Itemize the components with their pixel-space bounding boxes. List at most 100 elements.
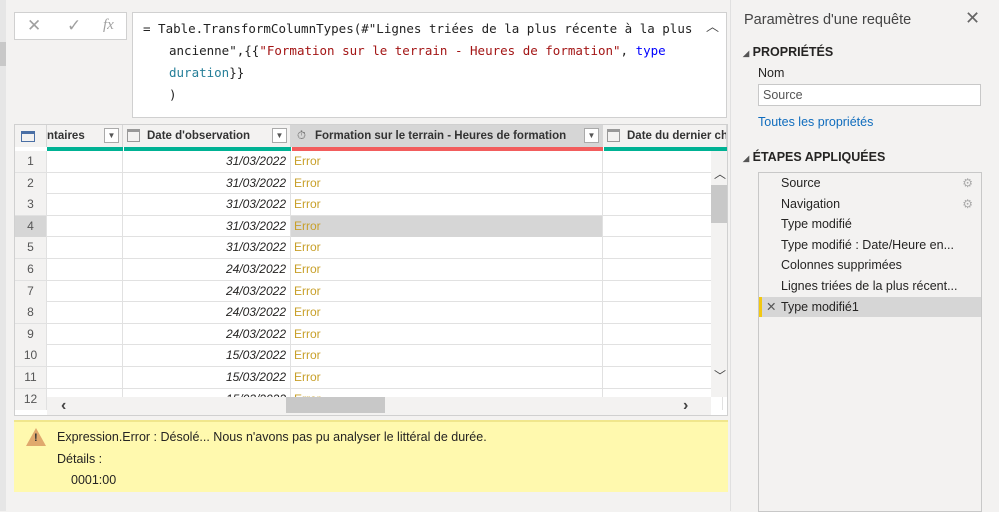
cell-error[interactable]: Error: [291, 345, 603, 367]
column-header-date-observation[interactable]: Date d'observation ▼: [123, 125, 291, 147]
cell-date-observation[interactable]: 31/03/2022: [123, 172, 291, 194]
table-row[interactable]: 1 31/03/2022 Error: [15, 151, 723, 173]
row-number[interactable]: 9: [15, 323, 47, 345]
row-number[interactable]: 10: [15, 345, 47, 367]
cell-commentaires[interactable]: [47, 215, 123, 237]
table-row[interactable]: 4 31/03/2022 Error: [15, 215, 723, 238]
cell-date-dernier[interactable]: [603, 237, 723, 259]
row-number[interactable]: 4: [15, 215, 47, 237]
cell-date-dernier[interactable]: [603, 172, 723, 194]
cell-error[interactable]: Error: [291, 367, 603, 388]
cell-date-observation[interactable]: 24/03/2022: [123, 280, 291, 302]
row-number[interactable]: 5: [15, 237, 47, 259]
row-number[interactable]: 7: [15, 280, 47, 302]
row-number[interactable]: 11: [15, 367, 47, 388]
cell-date-observation[interactable]: 15/03/2022: [123, 367, 291, 388]
cell-date-dernier[interactable]: [603, 280, 723, 302]
cell-error[interactable]: Error: [291, 323, 603, 345]
cell-date-observation[interactable]: 15/03/2022: [123, 345, 291, 367]
chevron-left-icon[interactable]: ‹: [61, 397, 66, 415]
cell-error[interactable]: Error: [291, 151, 603, 172]
cell-commentaires[interactable]: [47, 172, 123, 194]
cell-date-observation[interactable]: 24/03/2022: [123, 323, 291, 345]
cell-date-dernier[interactable]: [603, 323, 723, 345]
applied-step[interactable]: Colonnes supprimées: [759, 255, 981, 276]
cell-commentaires[interactable]: [47, 345, 123, 367]
gear-icon[interactable]: ⚙: [962, 194, 973, 215]
cell-commentaires[interactable]: [47, 151, 123, 172]
horizontal-scrollbar[interactable]: ‹ ›: [47, 397, 711, 415]
table-row[interactable]: 9 24/03/2022 Error: [15, 323, 723, 346]
chevron-down-icon[interactable]: ▼: [104, 128, 119, 143]
chevron-up-icon[interactable]: ︿: [706, 16, 719, 35]
row-number[interactable]: 12: [15, 388, 47, 410]
left-collapsed-pane[interactable]: [0, 0, 6, 511]
row-number[interactable]: 8: [15, 302, 47, 324]
column-header-formation[interactable]: ⏱ Formation sur le terrain - Heures de fo…: [291, 125, 603, 147]
cell-date-dernier[interactable]: [603, 194, 723, 216]
cell-date-observation[interactable]: 31/03/2022: [123, 215, 291, 237]
column-header-date-dernier[interactable]: Date du dernier cha: [603, 125, 727, 147]
cell-error[interactable]: Error: [291, 172, 603, 194]
table-row[interactable]: 5 31/03/2022 Error: [15, 237, 723, 259]
cell-date-dernier[interactable]: [603, 345, 723, 367]
cell-date-dernier[interactable]: [603, 367, 723, 388]
cell-date-observation[interactable]: 31/03/2022: [123, 151, 291, 172]
vertical-scrollbar[interactable]: ︿ ﹀: [711, 151, 727, 397]
chevron-down-icon[interactable]: ﹀: [714, 367, 726, 384]
close-icon[interactable]: ✕: [27, 16, 41, 36]
cell-commentaires[interactable]: [47, 194, 123, 216]
applied-step[interactable]: ✕ Type modifié1: [759, 296, 981, 318]
horizontal-scroll-thumb[interactable]: [286, 397, 385, 413]
queries-pane-toggle[interactable]: [0, 42, 6, 66]
applied-steps-section[interactable]: ◢ ÉTAPES APPLIQUÉES: [743, 150, 885, 164]
cell-error[interactable]: Error: [291, 302, 603, 324]
cell-error[interactable]: Error: [291, 215, 603, 237]
applied-step[interactable]: Navigation ⚙: [759, 194, 981, 215]
cell-date-observation[interactable]: 24/03/2022: [123, 259, 291, 280]
table-menu-button[interactable]: [15, 125, 47, 147]
table-row[interactable]: 11 15/03/2022 Error: [15, 367, 723, 389]
row-number[interactable]: 1: [15, 151, 47, 172]
cell-commentaires[interactable]: [47, 367, 123, 388]
applied-step[interactable]: Lignes triées de la plus récent...: [759, 276, 981, 297]
cell-error[interactable]: Error: [291, 280, 603, 302]
all-properties-link[interactable]: Toutes les propriétés: [758, 115, 873, 129]
cell-commentaires[interactable]: [47, 259, 123, 280]
gear-icon[interactable]: ⚙: [962, 173, 973, 194]
chevron-up-icon[interactable]: ︿: [714, 165, 726, 182]
chevron-down-icon[interactable]: ▼: [272, 128, 287, 143]
cell-date-dernier[interactable]: [603, 302, 723, 324]
cell-date-observation[interactable]: 31/03/2022: [123, 237, 291, 259]
table-row[interactable]: 8 24/03/2022 Error: [15, 302, 723, 324]
cell-commentaires[interactable]: [47, 280, 123, 302]
table-row[interactable]: 2 31/03/2022 Error: [15, 172, 723, 195]
cell-date-observation[interactable]: 31/03/2022: [123, 194, 291, 216]
cell-date-observation[interactable]: 24/03/2022: [123, 302, 291, 324]
cell-error[interactable]: Error: [291, 259, 603, 280]
table-row[interactable]: 6 24/03/2022 Error: [15, 259, 723, 281]
cell-commentaires[interactable]: [47, 323, 123, 345]
cell-error[interactable]: Error: [291, 194, 603, 216]
table-row[interactable]: 7 24/03/2022 Error: [15, 280, 723, 303]
applied-step[interactable]: Source ⚙: [759, 173, 981, 194]
cell-commentaires[interactable]: [47, 302, 123, 324]
applied-step[interactable]: Type modifié: [759, 214, 981, 235]
table-row[interactable]: 10 15/03/2022 Error: [15, 345, 723, 367]
row-number[interactable]: 2: [15, 172, 47, 194]
formula-input[interactable]: = Table.TransformColumnTypes(#"Lignes tr…: [132, 12, 727, 118]
cell-date-dernier[interactable]: [603, 259, 723, 280]
cell-date-dernier[interactable]: [603, 151, 723, 172]
applied-step[interactable]: Type modifié : Date/Heure en...: [759, 235, 981, 256]
chevron-down-icon[interactable]: ▼: [584, 128, 599, 143]
cell-commentaires[interactable]: [47, 237, 123, 259]
properties-section[interactable]: ◢ PROPRIÉTÉS: [743, 45, 833, 59]
row-number[interactable]: 6: [15, 259, 47, 280]
column-header-commentaires[interactable]: ntaires ▼: [47, 125, 123, 147]
table-row[interactable]: 3 31/03/2022 Error: [15, 194, 723, 216]
cell-error[interactable]: Error: [291, 237, 603, 259]
delete-step-icon[interactable]: ✕: [766, 297, 776, 318]
close-icon[interactable]: ✕: [965, 8, 980, 29]
cell-date-dernier[interactable]: [603, 215, 723, 237]
chevron-right-icon[interactable]: ›: [683, 397, 688, 415]
